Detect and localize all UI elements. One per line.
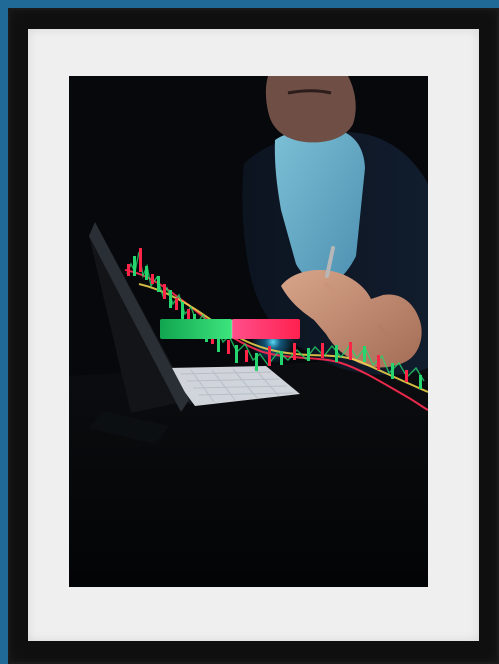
photo-print [69,76,428,587]
wall-background [0,0,499,664]
sell-signal [232,319,300,339]
signal-bar [160,319,300,339]
trading-photo [69,76,428,587]
buy-signal [160,319,232,339]
